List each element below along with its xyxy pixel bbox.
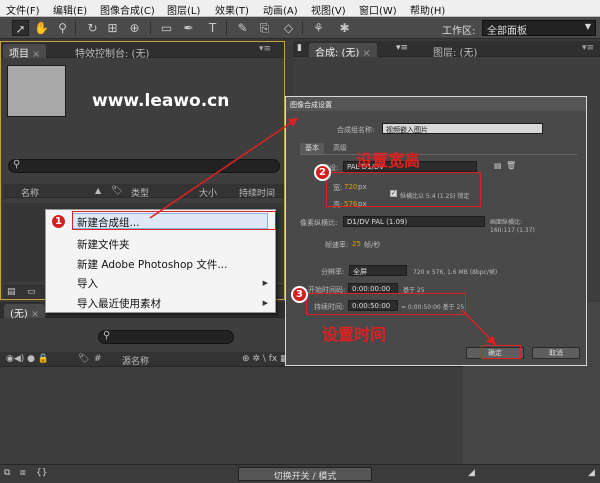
- annotation-badge-2: 2: [314, 164, 331, 181]
- annotation-arrow-to-dialog: [149, 117, 299, 219]
- annotation-badge-1: 1: [50, 213, 67, 230]
- annotation-text-set-size: 设置宽高: [356, 151, 421, 170]
- annotation-badge-3: 3: [291, 286, 308, 303]
- annotation-arrow-to-ok: [461, 309, 497, 346]
- annotation-arrows: [149, 117, 497, 346]
- annotation-text-set-time: 设置时间: [322, 325, 387, 344]
